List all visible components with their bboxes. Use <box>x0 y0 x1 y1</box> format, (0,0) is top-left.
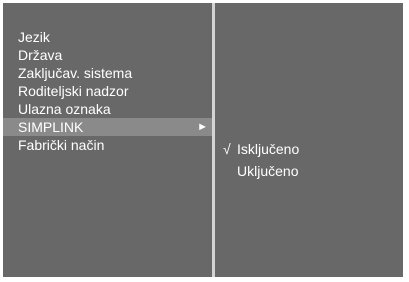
menu-item-parental-control[interactable]: Roditeljski nadzor <box>3 82 212 100</box>
checkmark-icon: √ <box>223 141 231 157</box>
main-menu: Jezik Država Zaključav. sistema Roditelj… <box>3 28 212 154</box>
option-label: Isključeno <box>237 141 300 157</box>
osd-menu-window: Jezik Država Zaključav. sistema Roditelj… <box>3 3 403 277</box>
menu-item-input-label[interactable]: Ulazna oznaka <box>3 100 212 118</box>
menu-item-label: Ulazna oznaka <box>18 101 111 117</box>
menu-item-label: Država <box>18 47 63 63</box>
menu-item-label: Roditeljski nadzor <box>18 83 129 99</box>
submenu-panel: √ Isključeno Uključeno <box>215 3 403 277</box>
menu-item-country[interactable]: Država <box>3 46 212 64</box>
option-off[interactable]: √ Isključeno <box>223 138 299 160</box>
menu-item-label: Fabrički način <box>18 137 105 153</box>
simplink-options: √ Isključeno Uključeno <box>223 138 299 182</box>
menu-item-label: Zaključav. sistema <box>18 65 133 81</box>
right-arrow-icon: ► <box>197 121 208 133</box>
menu-item-factory-mode[interactable]: Fabrički način <box>3 136 212 154</box>
menu-item-label: SIMPLINK <box>18 119 84 135</box>
menu-item-system-lock[interactable]: Zaključav. sistema <box>3 64 212 82</box>
option-on[interactable]: Uključeno <box>223 160 299 182</box>
menu-item-label: Jezik <box>18 29 50 45</box>
main-menu-panel: Jezik Država Zaključav. sistema Roditelj… <box>3 3 212 277</box>
menu-item-language[interactable]: Jezik <box>3 28 212 46</box>
option-label: Uključeno <box>237 163 299 179</box>
menu-item-simplink[interactable]: SIMPLINK ► <box>3 118 212 136</box>
